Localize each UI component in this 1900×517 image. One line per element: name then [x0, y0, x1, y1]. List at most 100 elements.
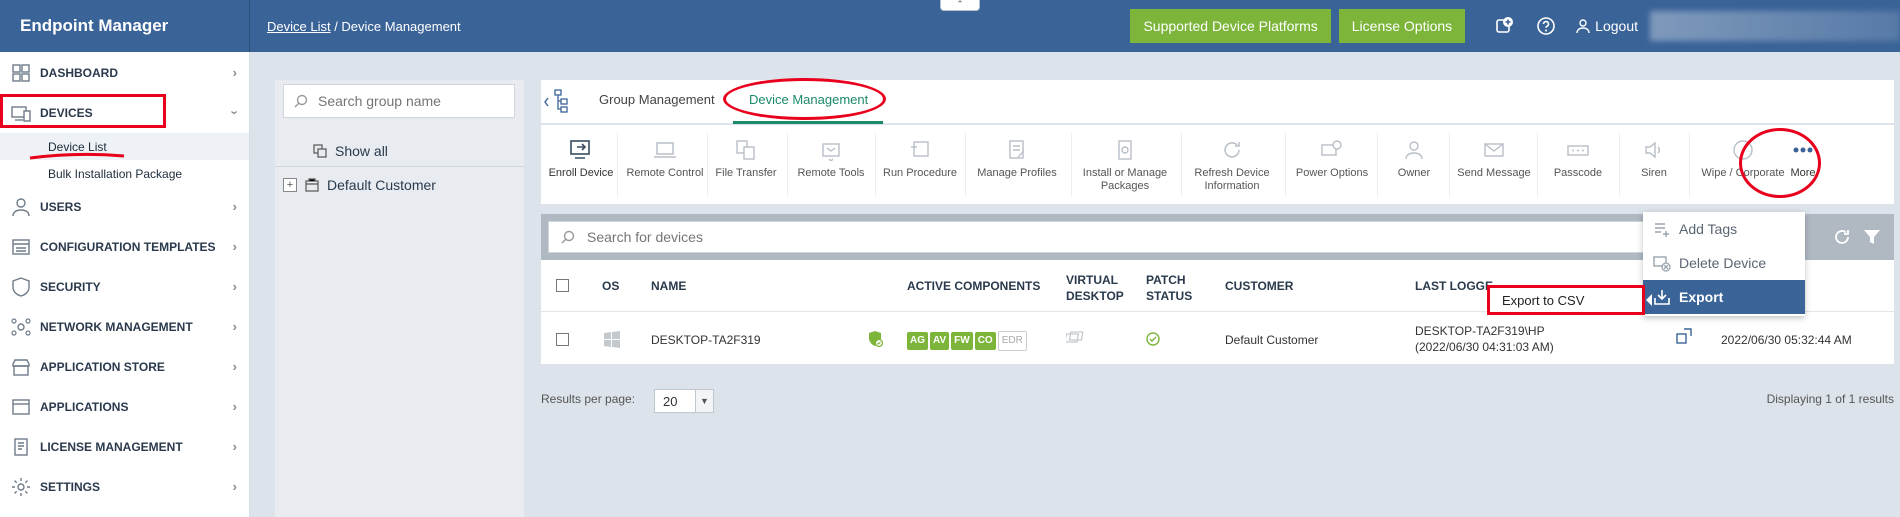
menu-delete-device[interactable]: Delete Device	[1643, 246, 1805, 280]
passcode-button[interactable]: Passcode	[1541, 125, 1615, 205]
store-icon	[10, 356, 32, 378]
group-default-customer[interactable]: + Default Customer	[275, 168, 524, 202]
refresh-device-button[interactable]: Refresh Device Information	[1185, 125, 1279, 205]
column-name[interactable]: NAME	[651, 278, 686, 294]
add-icon[interactable]	[1493, 15, 1515, 37]
license-icon	[10, 436, 32, 458]
tab-group-management[interactable]: Group Management	[599, 92, 715, 107]
export-to-csv-option[interactable]: Export to CSV	[1487, 285, 1645, 315]
column-virtual-desktop[interactable]: VIRTUAL DESKTOP	[1066, 272, 1124, 304]
device-search-input[interactable]	[587, 229, 1487, 245]
sidebar-label: SECURITY	[40, 280, 101, 294]
group-search-input[interactable]	[318, 93, 508, 109]
results-per-page-label: Results per page:	[541, 392, 636, 406]
remote-session-icon[interactable]	[1676, 328, 1692, 348]
install-packages-button[interactable]: Install or Manage Packages	[1075, 125, 1175, 205]
siren-button[interactable]: Siren	[1623, 125, 1685, 205]
license-options-button[interactable]: License Options	[1338, 9, 1466, 43]
templates-icon	[10, 236, 32, 258]
toolbar-separator	[1377, 133, 1378, 197]
package-icon	[1112, 137, 1138, 163]
patch-ok-icon	[1146, 332, 1160, 350]
chevron-right-icon: ›	[232, 239, 237, 254]
manage-profiles-button[interactable]: Manage Profiles	[969, 125, 1065, 205]
sidebar-item-settings[interactable]: SETTINGS ›	[0, 467, 249, 507]
user-icon	[1576, 19, 1590, 34]
enroll-device-button[interactable]: Enroll Device	[547, 125, 615, 205]
default-customer-label: Default Customer	[327, 177, 436, 193]
collapse-tree-icon[interactable]	[543, 88, 569, 117]
sidebar-item-application-store[interactable]: APPLICATION STORE ›	[0, 347, 249, 387]
sidebar-item-applications[interactable]: APPLICATIONS ›	[0, 387, 249, 427]
breadcrumb-current: Device Management	[341, 18, 461, 34]
component-badge: AV	[930, 332, 950, 350]
gear-icon	[10, 476, 32, 498]
collapse-header-toggle[interactable]: ⌃	[940, 0, 980, 11]
sidebar-item-dashboard[interactable]: DASHBOARD ›	[0, 53, 249, 93]
annotation-underline	[29, 152, 125, 160]
column-patch-status[interactable]: PATCH STATUS	[1146, 272, 1192, 304]
logout-button[interactable]: Logout	[1575, 18, 1638, 34]
chevron-down-icon: ›	[227, 110, 243, 115]
results-per-page-value: 20	[663, 393, 678, 409]
power-options-button[interactable]: Power Options	[1289, 125, 1375, 205]
run-procedure-button[interactable]: Run Procedure	[879, 125, 961, 205]
toolbar-separator	[1181, 133, 1182, 197]
windows-icon	[603, 330, 621, 352]
sidebar-item-network-management[interactable]: NETWORK MANAGEMENT ›	[0, 307, 249, 347]
toolbar-separator	[1449, 133, 1450, 197]
shield-icon	[10, 276, 32, 298]
annotation-device-management-ellipse	[723, 78, 886, 120]
toolbar-separator	[1285, 133, 1286, 197]
results-per-page-select[interactable]: 20 ▼	[654, 389, 714, 413]
chevron-right-icon: ›	[232, 279, 237, 294]
help-icon[interactable]	[1535, 15, 1557, 37]
component-badge: FW	[951, 332, 973, 350]
show-all-item[interactable]: Show all	[275, 134, 524, 168]
applications-icon	[10, 396, 32, 418]
remote-control-button[interactable]: Remote Control	[625, 125, 705, 205]
passcode-icon	[1565, 137, 1591, 163]
sidebar-item-configuration-templates[interactable]: CONFIGURATION TEMPLATES ›	[0, 227, 249, 267]
search-icon	[561, 230, 575, 244]
supported-platforms-button[interactable]: Supported Device Platforms	[1130, 9, 1331, 43]
sidebar-label: APPLICATION STORE	[40, 360, 165, 374]
sidebar-label: USERS	[40, 200, 82, 214]
breadcrumb-device-list-link[interactable]: Device List	[267, 19, 331, 34]
envelope-icon	[1481, 137, 1507, 163]
enroll-device-icon	[568, 137, 594, 163]
column-customer[interactable]: CUSTOMER	[1225, 278, 1293, 294]
owner-icon	[1401, 137, 1427, 163]
filter-icon[interactable]	[1857, 222, 1887, 252]
component-badge: CO	[974, 332, 996, 350]
speaker-icon	[1641, 137, 1667, 163]
owner-button[interactable]: Owner	[1381, 125, 1447, 205]
last-logged-user: DESKTOP-TA2F319\HP	[1415, 324, 1545, 338]
row-checkbox[interactable]	[556, 333, 569, 346]
select-all-checkbox[interactable]	[556, 279, 569, 292]
submenu-pointer	[1646, 294, 1652, 306]
last-logged-time: (2022/06/30 04:31:03 AM)	[1415, 340, 1554, 354]
component-badge: AG	[907, 332, 928, 350]
sidebar-subitem-bulk-installation[interactable]: Bulk Installation Package	[0, 160, 249, 187]
refresh-list-icon[interactable]	[1827, 222, 1857, 252]
sidebar-item-security[interactable]: SECURITY ›	[0, 267, 249, 307]
app-brand: Endpoint Manager	[0, 0, 250, 52]
more-menu: Add Tags Delete Device Export	[1643, 212, 1805, 316]
file-transfer-button[interactable]: File Transfer	[711, 125, 781, 205]
column-active-components[interactable]: ACTIVE COMPONENTS	[907, 278, 1040, 294]
toolbar-separator	[875, 133, 876, 197]
expand-icon[interactable]: +	[283, 178, 297, 192]
annotation-more-ellipse	[1739, 128, 1821, 198]
menu-export[interactable]: Export	[1643, 280, 1805, 314]
sidebar-item-users[interactable]: USERS ›	[0, 187, 249, 227]
device-name[interactable]: DESKTOP-TA2F319	[651, 332, 761, 348]
manage-profiles-icon	[1004, 137, 1030, 163]
send-message-button[interactable]: Send Message	[1453, 125, 1535, 205]
remote-tools-button[interactable]: Remote Tools	[791, 125, 871, 205]
column-last-logged[interactable]: LAST LOGGE	[1415, 278, 1493, 294]
menu-add-tags[interactable]: Add Tags	[1643, 212, 1805, 246]
column-os[interactable]: OS	[602, 278, 619, 294]
sidebar-item-license-management[interactable]: LICENSE MANAGEMENT ›	[0, 427, 249, 467]
chevron-down-icon: ▼	[695, 390, 713, 412]
